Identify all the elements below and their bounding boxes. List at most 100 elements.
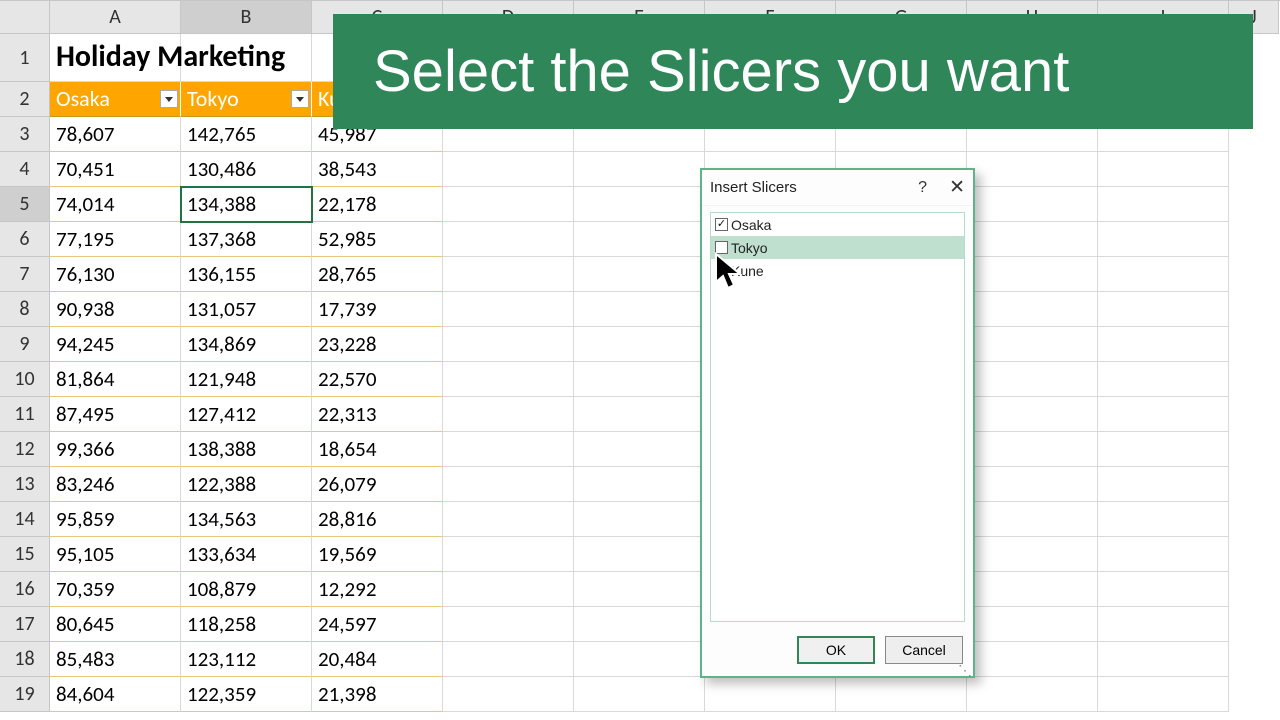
- cell[interactable]: [574, 152, 705, 187]
- cell[interactable]: 80,645: [50, 607, 181, 642]
- cell[interactable]: 134,869: [181, 327, 312, 362]
- cell[interactable]: 23,228: [312, 327, 443, 362]
- cell[interactable]: [443, 292, 574, 327]
- cell[interactable]: 130,486: [181, 152, 312, 187]
- cell[interactable]: 121,948: [181, 362, 312, 397]
- cell[interactable]: 24,597: [312, 607, 443, 642]
- cell[interactable]: [574, 432, 705, 467]
- row-header-6[interactable]: 6: [0, 222, 50, 257]
- cell[interactable]: [443, 222, 574, 257]
- row-header-19[interactable]: 19: [0, 677, 50, 712]
- cell[interactable]: 17,739: [312, 292, 443, 327]
- cell[interactable]: [574, 467, 705, 502]
- ok-button[interactable]: OK: [797, 636, 875, 664]
- cell[interactable]: [574, 642, 705, 677]
- cell[interactable]: [443, 677, 574, 712]
- cell[interactable]: 12,292: [312, 572, 443, 607]
- cell[interactable]: 70,451: [50, 152, 181, 187]
- checkbox-icon[interactable]: [715, 264, 728, 277]
- row-header-1[interactable]: 1: [0, 34, 50, 82]
- cell[interactable]: 28,765: [312, 257, 443, 292]
- cell[interactable]: 70,359: [50, 572, 181, 607]
- cell[interactable]: 77,195: [50, 222, 181, 257]
- row-header-10[interactable]: 10: [0, 362, 50, 397]
- cell[interactable]: 19,569: [312, 537, 443, 572]
- cell[interactable]: [443, 257, 574, 292]
- cell[interactable]: [1098, 152, 1229, 187]
- cell[interactable]: [967, 257, 1098, 292]
- cell[interactable]: [574, 327, 705, 362]
- close-icon[interactable]: ✕: [949, 176, 965, 199]
- cell[interactable]: 26,079: [312, 467, 443, 502]
- cell[interactable]: 90,938: [50, 292, 181, 327]
- checkbox-icon[interactable]: [715, 241, 728, 254]
- cell[interactable]: [1098, 257, 1229, 292]
- title-cell[interactable]: Holiday Marketing: [50, 34, 181, 82]
- cell[interactable]: 38,543: [312, 152, 443, 187]
- cell[interactable]: [574, 677, 705, 712]
- cell[interactable]: [574, 362, 705, 397]
- cell[interactable]: [1098, 502, 1229, 537]
- cell[interactable]: [967, 292, 1098, 327]
- cell[interactable]: [443, 397, 574, 432]
- help-button[interactable]: ?: [918, 179, 927, 197]
- cell[interactable]: [443, 327, 574, 362]
- row-header-4[interactable]: 4: [0, 152, 50, 187]
- cell[interactable]: 52,985: [312, 222, 443, 257]
- cell[interactable]: 127,412: [181, 397, 312, 432]
- row-header-16[interactable]: 16: [0, 572, 50, 607]
- cell[interactable]: 137,368: [181, 222, 312, 257]
- cell[interactable]: [967, 397, 1098, 432]
- cell[interactable]: 122,359: [181, 677, 312, 712]
- col-header-A[interactable]: A: [50, 1, 181, 34]
- cell[interactable]: 134,388: [181, 187, 312, 222]
- cell[interactable]: 81,864: [50, 362, 181, 397]
- cell[interactable]: [443, 362, 574, 397]
- cell[interactable]: [967, 362, 1098, 397]
- cell[interactable]: [1098, 572, 1229, 607]
- cell[interactable]: 22,570: [312, 362, 443, 397]
- cell[interactable]: [443, 432, 574, 467]
- cell[interactable]: [967, 327, 1098, 362]
- cell[interactable]: 76,130: [50, 257, 181, 292]
- cell[interactable]: 138,388: [181, 432, 312, 467]
- cell[interactable]: [967, 642, 1098, 677]
- cell[interactable]: [967, 677, 1098, 712]
- cell[interactable]: [574, 397, 705, 432]
- cell[interactable]: [574, 607, 705, 642]
- row-header-7[interactable]: 7: [0, 257, 50, 292]
- row-header-15[interactable]: 15: [0, 537, 50, 572]
- cell[interactable]: [1098, 642, 1229, 677]
- row-header-5[interactable]: 5: [0, 187, 50, 222]
- cell[interactable]: [1098, 222, 1229, 257]
- table-header-tokyo[interactable]: Tokyo: [181, 82, 312, 117]
- col-header-B[interactable]: B: [181, 1, 312, 34]
- select-all-corner[interactable]: [0, 1, 50, 34]
- cell[interactable]: [1098, 397, 1229, 432]
- cell[interactable]: [1098, 607, 1229, 642]
- row-header-11[interactable]: 11: [0, 397, 50, 432]
- cell[interactable]: 74,014: [50, 187, 181, 222]
- cell[interactable]: [1098, 362, 1229, 397]
- table-header-osaka[interactable]: Osaka: [50, 82, 181, 117]
- dialog-titlebar[interactable]: Insert Slicers ? ✕: [702, 170, 973, 206]
- slicer-item-kune[interactable]: Kune: [711, 259, 964, 282]
- cell[interactable]: [1098, 467, 1229, 502]
- row-header-18[interactable]: 18: [0, 642, 50, 677]
- cell[interactable]: [1098, 432, 1229, 467]
- cell[interactable]: [443, 502, 574, 537]
- cell[interactable]: [967, 187, 1098, 222]
- cell[interactable]: [967, 537, 1098, 572]
- cell[interactable]: 84,604: [50, 677, 181, 712]
- cell[interactable]: 21,398: [312, 677, 443, 712]
- cell[interactable]: 83,246: [50, 467, 181, 502]
- cell[interactable]: 136,155: [181, 257, 312, 292]
- row-header-8[interactable]: 8: [0, 292, 50, 327]
- row-header-2[interactable]: 2: [0, 82, 50, 117]
- cell[interactable]: 28,816: [312, 502, 443, 537]
- cell[interactable]: [443, 187, 574, 222]
- cell[interactable]: [574, 257, 705, 292]
- cell[interactable]: [443, 467, 574, 502]
- row-header-17[interactable]: 17: [0, 607, 50, 642]
- cell[interactable]: [1098, 327, 1229, 362]
